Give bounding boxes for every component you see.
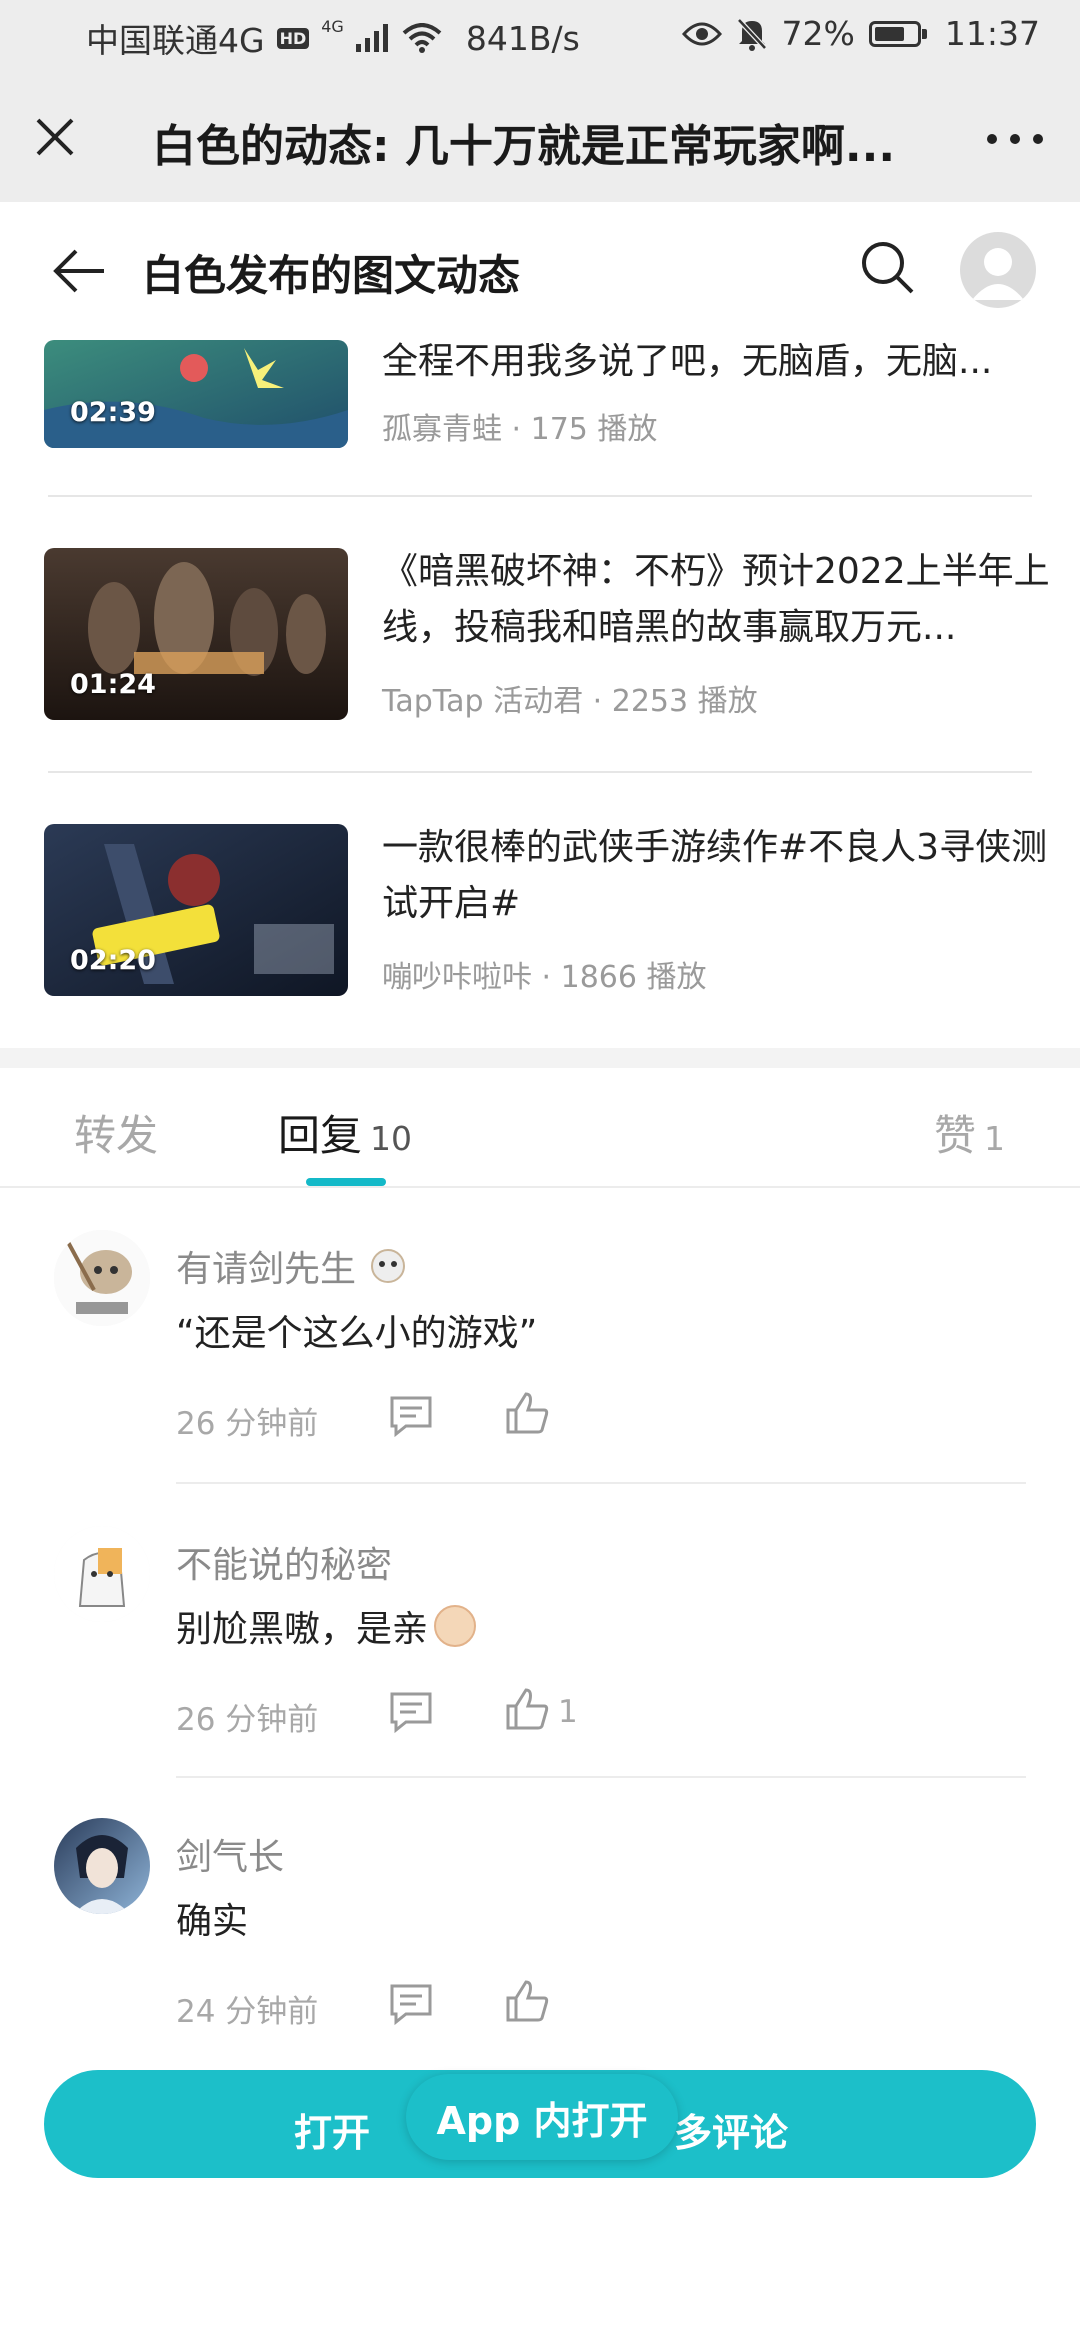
grandpa-emoji-icon xyxy=(434,1605,477,1647)
comment-author[interactable]: 有请剑先生 xyxy=(176,1240,408,1292)
video-meta: TapTap 活动君 · 2253 播放 xyxy=(382,676,758,720)
open-bar-right-label: 多评论 xyxy=(674,2111,789,2155)
clock: 11:37 xyxy=(944,14,1040,53)
video-item[interactable]: 02:20 一款很棒的武侠手游续作#不良人3寻侠测试开启# 嘣吵咔啦咔 · 18… xyxy=(44,824,1047,996)
tab-repost-label: 转发 xyxy=(74,1111,159,1160)
video-thumbnail[interactable]: 02:39 xyxy=(44,340,348,448)
tab-repost[interactable]: 转发 xyxy=(74,1102,158,1163)
comment-author[interactable]: 不能说的秘密 xyxy=(176,1536,392,1588)
comment-author-name: 剑气长 xyxy=(176,1837,285,1878)
video-title[interactable]: 全程不用我多说了吧，无脑盾，无脑... xyxy=(382,334,1080,390)
video-duration: 01:24 xyxy=(70,669,156,700)
video-title[interactable]: 《暗黑破坏神：不朽》预计2022上半年上线，投稿我和暗黑的故事赢取万元... xyxy=(382,544,1080,656)
open-in-app-button[interactable]: App 内打开 xyxy=(406,2074,678,2160)
comment-text: 别尬黑嗷，是亲 xyxy=(176,1609,429,1650)
video-meta: 嘣吵咔啦咔 · 1866 播放 xyxy=(382,952,707,996)
avatar-image xyxy=(54,1818,150,1914)
comment-divider xyxy=(176,1776,1026,1778)
meta-separator: · xyxy=(511,412,531,447)
video-meta: 孤寡青蛙 · 175 播放 xyxy=(382,404,657,448)
battery-fill xyxy=(874,26,904,41)
section-gap xyxy=(0,1048,1080,1068)
tab-reply-label: 回复 xyxy=(278,1111,363,1160)
author-badge-icon xyxy=(371,1249,406,1283)
meta-separator: · xyxy=(592,684,612,719)
comment-time: 26 分钟前 xyxy=(176,1702,319,1738)
video-author[interactable]: 孤寡青蛙 xyxy=(382,412,502,447)
list-divider xyxy=(48,495,1032,497)
comment-text: “还是个这么小的游戏” xyxy=(176,1313,538,1354)
video-title[interactable]: 一款很棒的武侠手游续作#不良人3寻侠测试开启# xyxy=(382,820,1080,932)
comment-item: 不能说的秘密 别尬黑嗷，是亲 26 分钟前 1 xyxy=(0,1526,1080,1816)
comment-text: 确实 xyxy=(176,1901,249,1942)
webview-title-bar: 白色的动态: 几十万就是正常玩家啊... xyxy=(0,74,1080,202)
comment-author-name: 不能说的秘密 xyxy=(176,1545,393,1586)
video-plays: 175 播放 xyxy=(530,412,658,447)
video-duration: 02:20 xyxy=(70,945,156,976)
video-thumbnail[interactable]: 02:20 xyxy=(44,824,348,996)
net-type-label: 4G xyxy=(321,16,344,36)
comment-avatar[interactable] xyxy=(54,1818,150,1914)
video-thumbnail[interactable]: 01:24 xyxy=(44,548,348,720)
tab-indicator xyxy=(306,1178,386,1186)
list-divider xyxy=(48,771,1032,773)
comment-text-row: 别尬黑嗷，是亲 xyxy=(176,1600,477,1652)
comment-time: 26 分钟前 xyxy=(176,1406,319,1442)
video-plays: 2253 播放 xyxy=(611,684,758,719)
wifi-icon xyxy=(402,23,442,53)
comment-author-name: 有请剑先生 xyxy=(176,1249,357,1290)
avatar-image xyxy=(54,1526,150,1622)
status-left: 中国联通4G HD 4G 841B/s xyxy=(86,14,580,62)
video-duration: 02:39 xyxy=(70,397,156,428)
tab-like-count: 1 xyxy=(984,1119,1006,1158)
avatar-image xyxy=(54,1230,150,1326)
signal-icon xyxy=(355,24,388,52)
video-item[interactable]: 01:24 《暗黑破坏神：不朽》预计2022上半年上线，投稿我和暗黑的故事赢取万… xyxy=(44,548,1050,720)
tab-reply-count: 10 xyxy=(370,1119,413,1158)
thumbnail-image xyxy=(44,340,348,448)
comment-item: 有请剑先生 “还是个这么小的游戏” 26 分钟前 xyxy=(0,1230,1080,1520)
battery-icon xyxy=(868,20,927,47)
reply-icon[interactable] xyxy=(388,1394,434,1438)
tab-like[interactable]: 赞1 xyxy=(934,1102,1005,1163)
comment-author[interactable]: 剑气长 xyxy=(176,1828,284,1880)
status-right: 72% 11:37 xyxy=(681,14,1040,53)
comment-avatar[interactable] xyxy=(54,1230,150,1326)
webview-title: 白色的动态: 几十万就是正常玩家啊... xyxy=(152,121,896,170)
tab-like-label: 赞 xyxy=(934,1111,977,1160)
hd-badge: HD xyxy=(276,27,310,49)
comment-time: 24 分钟前 xyxy=(176,1994,319,2030)
meta-separator: · xyxy=(541,960,561,995)
video-plays: 1866 播放 xyxy=(560,960,707,995)
like-count: 1 xyxy=(558,1694,578,1730)
comment-divider xyxy=(176,1482,1026,1484)
more-icon[interactable] xyxy=(980,114,1050,164)
carrier-label: 中国联通4G xyxy=(86,21,265,60)
like-icon[interactable] xyxy=(504,1978,550,2024)
status-bar: 中国联通4G HD 4G 841B/s 72% 11:37 xyxy=(0,0,1080,74)
tab-bar: 转发 回复 10 赞1 xyxy=(0,1068,1080,1188)
reply-icon[interactable] xyxy=(388,1690,434,1734)
video-author[interactable]: 嘣吵咔啦咔 xyxy=(382,960,532,995)
eye-icon xyxy=(681,22,722,45)
mute-bell-icon xyxy=(736,17,767,51)
open-bar-left-label: 打开 xyxy=(294,2111,371,2155)
close-icon[interactable] xyxy=(30,112,80,162)
video-item[interactable]: 02:39 全程不用我多说了吧，无脑盾，无脑... 孤寡青蛙 · 175 播放 xyxy=(44,276,1044,448)
like-icon[interactable] xyxy=(504,1390,550,1436)
battery-percent: 72% xyxy=(781,14,855,53)
tab-reply[interactable]: 回复 10 xyxy=(278,1102,412,1163)
like-icon[interactable] xyxy=(504,1686,550,1732)
video-author[interactable]: TapTap 活动君 xyxy=(382,684,583,719)
comment-avatar[interactable] xyxy=(54,1526,150,1622)
reply-icon[interactable] xyxy=(388,1982,434,2026)
net-speed: 841B/s xyxy=(465,18,580,58)
comment-item: 剑气长 确实 24 分钟前 xyxy=(0,1818,1080,2108)
